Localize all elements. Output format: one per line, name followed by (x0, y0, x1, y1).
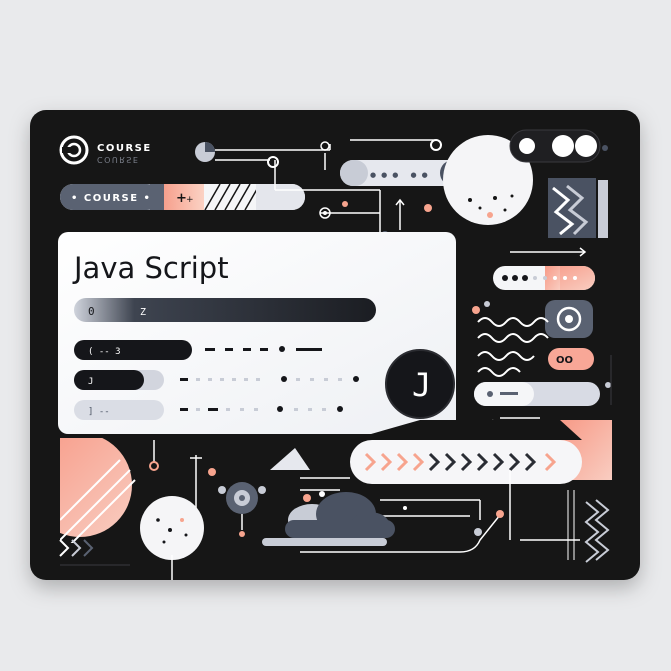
main-code-bar (74, 298, 376, 322)
zigzag-icon (548, 178, 608, 238)
code-row-3-glyph: ] -- (88, 407, 110, 417)
code-row-1-glyph: ( -- 3 (88, 347, 121, 357)
j-badge-glyph: J (412, 366, 431, 404)
oo-pill-label: OO (556, 355, 573, 366)
main-bar-glyph-mid: Z (140, 307, 146, 318)
progress-pill-right[interactable] (474, 382, 600, 406)
card-title: Java Script (72, 251, 229, 285)
toggle-slider-dots: ●●● ●● (370, 171, 433, 179)
plus-icon-2: + (186, 195, 194, 205)
logo-text: COURSE (97, 143, 152, 154)
logo-mirror-text: COURSE (97, 155, 139, 164)
target-icon[interactable] (545, 300, 593, 338)
illustration-canvas: COURSE COURSE • COURSE • + + ●●● ●● Java… (30, 110, 640, 580)
code-row-2-glyph: J (88, 377, 93, 387)
main-bar-glyph-left: 0 (88, 305, 95, 318)
top-right-switch[interactable] (509, 129, 608, 163)
course-pill-label: • COURSE • (71, 193, 151, 204)
